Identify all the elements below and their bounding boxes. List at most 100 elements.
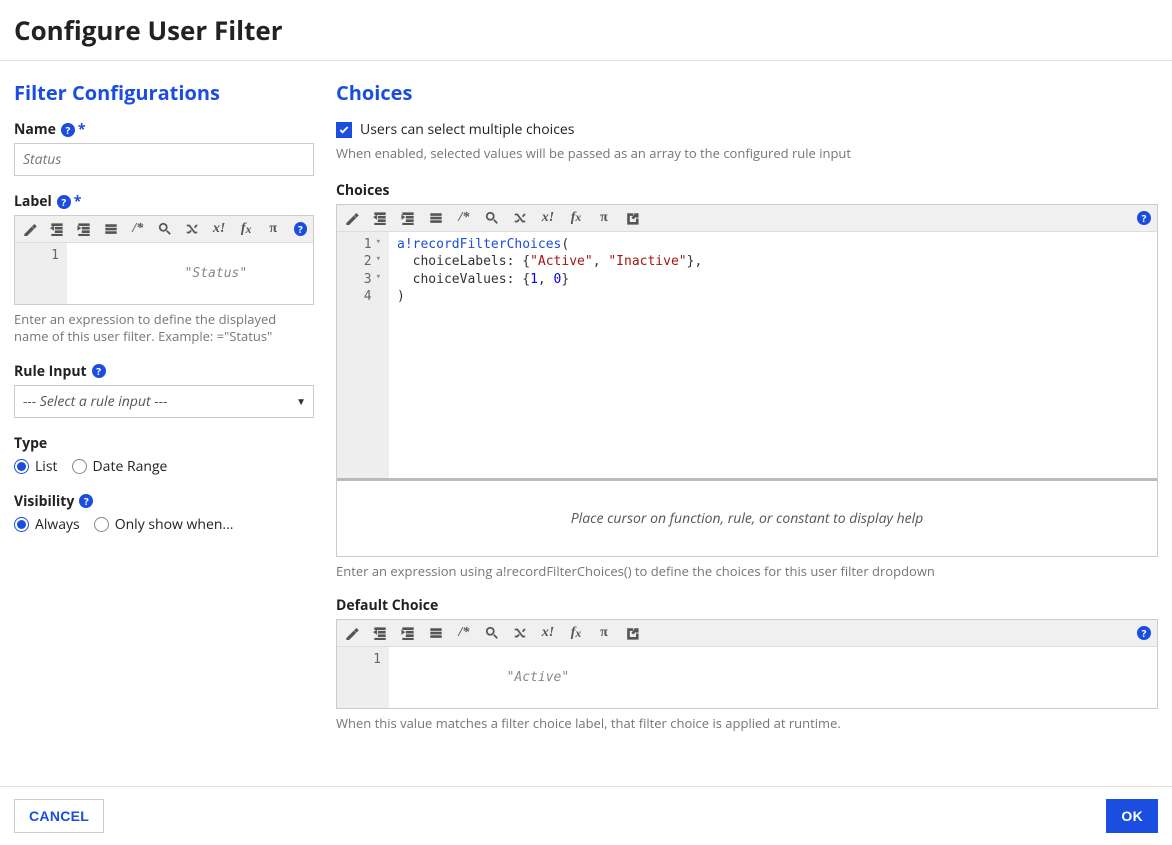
- name-label-text: Name: [14, 120, 56, 139]
- magic-wand-icon[interactable]: [343, 624, 361, 642]
- pi-icon[interactable]: π: [595, 209, 613, 227]
- search-icon[interactable]: [483, 624, 501, 642]
- type-field: Type List Date Range: [14, 434, 314, 476]
- format-icon[interactable]: [427, 209, 445, 227]
- visibility-field: Visibility ? Always Only show when...: [14, 492, 314, 534]
- shuffle-icon[interactable]: [183, 220, 200, 238]
- multi-select-helper: When enabled, selected values will be pa…: [336, 145, 1158, 163]
- code-area[interactable]: a!recordFilterChoices( choiceLabels: {"A…: [389, 232, 1157, 478]
- outdent-icon[interactable]: [48, 220, 65, 238]
- name-label: Name ? *: [14, 120, 314, 139]
- label-label: Label ? *: [14, 192, 314, 211]
- cancel-button[interactable]: CANCEL: [14, 799, 104, 833]
- radio-dot-icon: [14, 459, 29, 474]
- visibility-radio-only-show-when[interactable]: Only show when...: [94, 515, 234, 534]
- label-field: Label ? * /* x! fx π: [14, 192, 314, 346]
- required-marker: *: [78, 120, 86, 139]
- choices-field: Choices /* x! fx π: [336, 181, 1158, 581]
- export-icon[interactable]: [623, 624, 641, 642]
- default-choice-field: Default Choice /* x! fx π: [336, 596, 1158, 732]
- gutter: 1: [337, 647, 389, 708]
- fx-icon[interactable]: fx: [567, 209, 585, 227]
- visibility-option-always-label: Always: [35, 515, 80, 534]
- footer: CANCEL OK: [0, 786, 1172, 845]
- rule-input-select[interactable]: --- Select a rule input ---: [14, 385, 314, 418]
- label-code-placeholder: "Status": [185, 266, 248, 281]
- rule-input-label: Rule Input ?: [14, 362, 314, 381]
- search-icon[interactable]: [156, 220, 173, 238]
- shuffle-icon[interactable]: [511, 624, 529, 642]
- default-choice-label: Default Choice: [336, 596, 1158, 615]
- clear-var-icon[interactable]: x!: [539, 624, 557, 642]
- magic-wand-icon[interactable]: [343, 209, 361, 227]
- visibility-label: Visibility ?: [14, 492, 314, 511]
- help-icon[interactable]: ?: [1137, 211, 1151, 225]
- editor-help-band: Place cursor on function, rule, or const…: [337, 478, 1157, 556]
- ok-button[interactable]: OK: [1106, 799, 1158, 833]
- help-icon[interactable]: ?: [1137, 626, 1151, 640]
- help-icon[interactable]: ?: [79, 494, 93, 508]
- fx-icon[interactable]: fx: [238, 220, 255, 238]
- rule-input-label-text: Rule Input: [14, 362, 87, 381]
- outdent-icon[interactable]: [371, 209, 389, 227]
- comment-icon[interactable]: /*: [129, 220, 146, 238]
- search-icon[interactable]: [483, 209, 501, 227]
- help-icon[interactable]: ?: [294, 222, 307, 236]
- shuffle-icon[interactable]: [511, 209, 529, 227]
- code-area[interactable]: "Status": [67, 243, 313, 304]
- pi-icon[interactable]: π: [595, 624, 613, 642]
- default-choice-helper: When this value matches a filter choice …: [336, 715, 1158, 733]
- editor-toolbar: /* x! fx π ?: [15, 216, 313, 243]
- code-area[interactable]: "Active": [389, 647, 1157, 708]
- help-icon[interactable]: ?: [61, 123, 75, 137]
- indent-icon[interactable]: [75, 220, 92, 238]
- comment-icon[interactable]: /*: [455, 209, 473, 227]
- label-helper: Enter an expression to define the displa…: [14, 311, 314, 346]
- type-option-daterange-label: Date Range: [93, 457, 168, 476]
- type-radio-date-range[interactable]: Date Range: [72, 457, 168, 476]
- help-icon[interactable]: ?: [57, 195, 71, 209]
- indent-icon[interactable]: [399, 624, 417, 642]
- format-icon[interactable]: [427, 624, 445, 642]
- radio-dot-icon: [14, 517, 29, 532]
- label-editor: /* x! fx π ? 1 "Status": [14, 215, 314, 305]
- fx-icon[interactable]: fx: [567, 624, 585, 642]
- radio-dot-icon: [94, 517, 109, 532]
- label-label-text: Label: [14, 192, 52, 211]
- pi-icon[interactable]: π: [265, 220, 282, 238]
- rule-input-select-wrap: --- Select a rule input --- ▼: [14, 385, 314, 418]
- multi-select-checkbox[interactable]: [336, 122, 352, 138]
- default-choice-placeholder: "Active": [507, 670, 570, 685]
- content-area: Filter Configurations Name ? * Label ? *: [0, 61, 1172, 786]
- magic-wand-icon[interactable]: [21, 220, 38, 238]
- type-radio-list[interactable]: List: [14, 457, 58, 476]
- outdent-icon[interactable]: [371, 624, 389, 642]
- multi-select-row: Users can select multiple choices: [336, 120, 1158, 139]
- clear-var-icon[interactable]: x!: [211, 220, 228, 238]
- name-input[interactable]: [14, 143, 314, 176]
- titlebar: Configure User Filter: [0, 0, 1172, 61]
- dialog-title: Configure User Filter: [14, 12, 1158, 48]
- choices-heading: Choices: [336, 79, 1158, 106]
- visibility-radio-always[interactable]: Always: [14, 515, 80, 534]
- radio-dot-icon: [72, 459, 87, 474]
- choices-helper: Enter an expression using a!recordFilter…: [336, 563, 1158, 581]
- multi-select-label: Users can select multiple choices: [360, 120, 574, 139]
- help-icon[interactable]: ?: [92, 364, 106, 378]
- gutter: 1▾2▾3▾4▾: [337, 232, 389, 478]
- choices-label: Choices: [336, 181, 1158, 200]
- export-icon[interactable]: [623, 209, 641, 227]
- editor-body[interactable]: 1 "Status": [15, 243, 313, 304]
- clear-var-icon[interactable]: x!: [539, 209, 557, 227]
- dialog-root: Configure User Filter Filter Configurati…: [0, 0, 1172, 845]
- editor-toolbar: /* x! fx π ?: [337, 205, 1157, 232]
- rule-input-field: Rule Input ? --- Select a rule input ---…: [14, 362, 314, 418]
- indent-icon[interactable]: [399, 209, 417, 227]
- editor-body[interactable]: 1▾2▾3▾4▾ a!recordFilterChoices( choiceLa…: [337, 232, 1157, 478]
- name-field: Name ? *: [14, 120, 314, 176]
- visibility-radio-row: Always Only show when...: [14, 515, 314, 534]
- editor-body[interactable]: 1 "Active": [337, 647, 1157, 708]
- comment-icon[interactable]: /*: [455, 624, 473, 642]
- required-marker: *: [74, 192, 82, 211]
- format-icon[interactable]: [102, 220, 119, 238]
